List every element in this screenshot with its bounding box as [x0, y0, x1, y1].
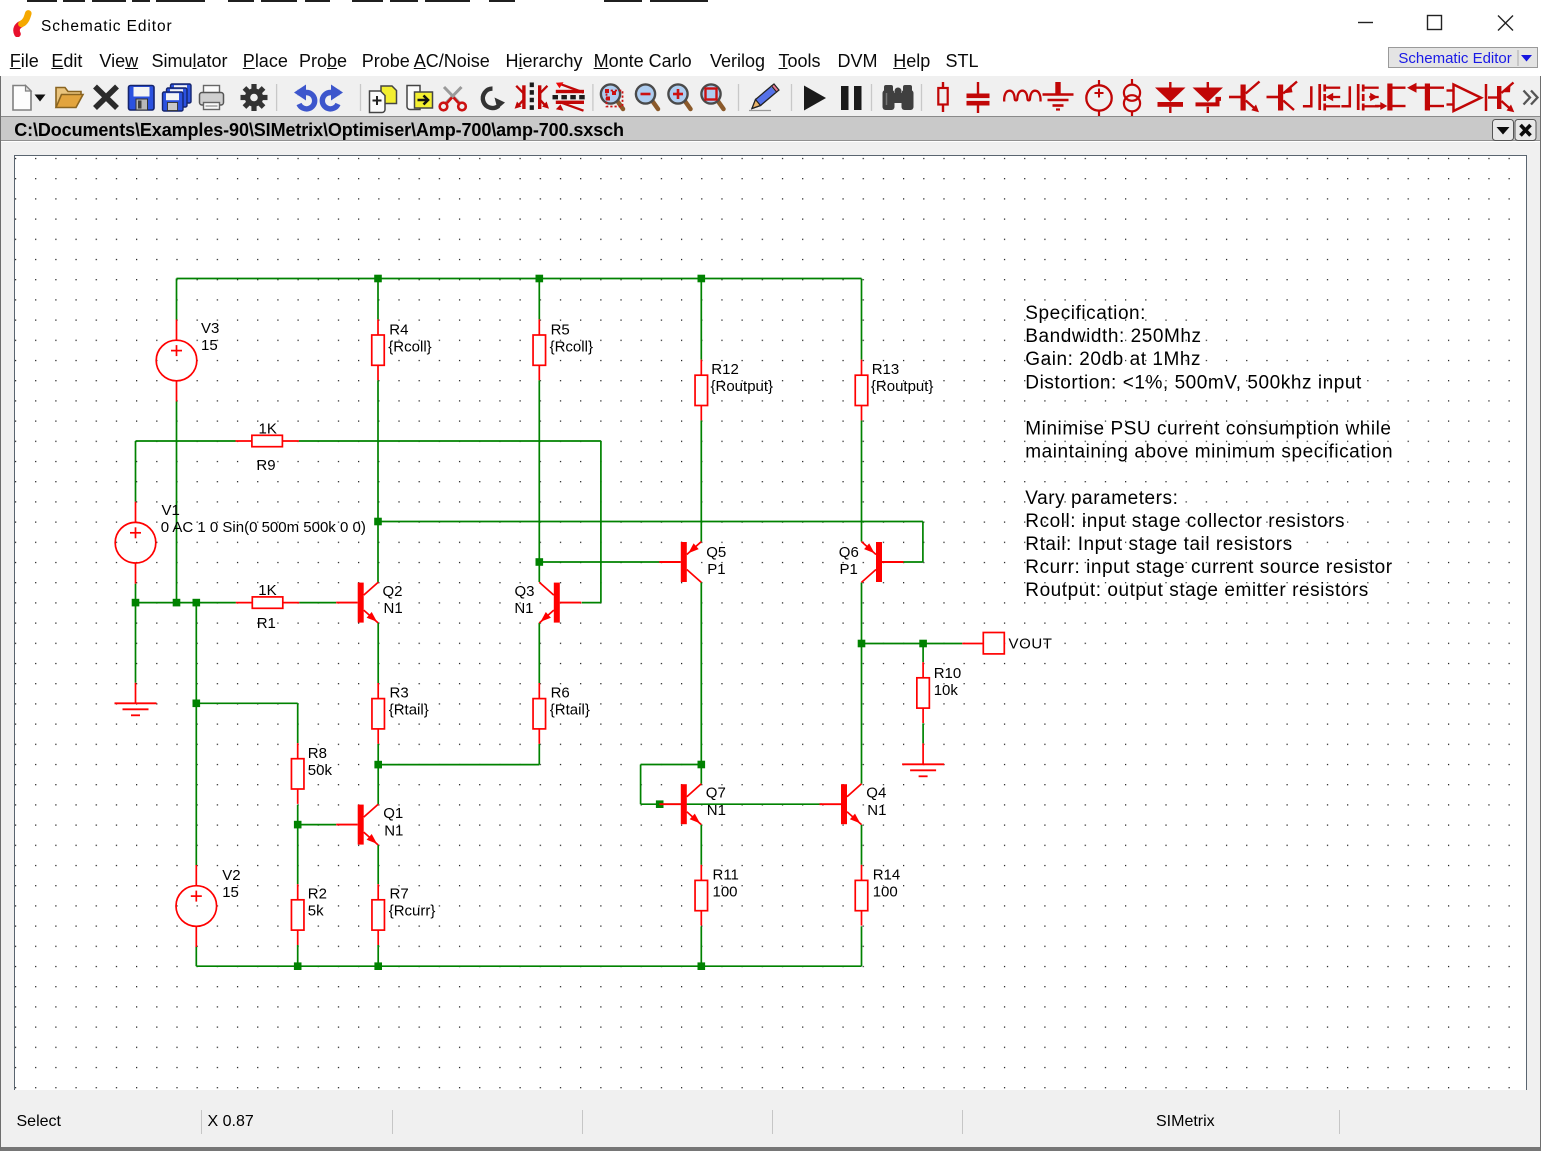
svg-text:Q4: Q4 — [866, 785, 886, 802]
svg-text:R12: R12 — [711, 361, 739, 378]
svg-text:R2: R2 — [308, 886, 327, 903]
svg-text:Q2: Q2 — [383, 583, 403, 600]
svg-text:R11: R11 — [713, 866, 739, 883]
svg-text:100: 100 — [713, 884, 738, 901]
svg-text:Vary parameters:: Vary parameters: — [1025, 488, 1178, 509]
svg-text:R7: R7 — [390, 886, 409, 903]
svg-text:{Rcoll}: {Rcoll} — [388, 338, 431, 355]
svg-text:R9: R9 — [256, 457, 275, 474]
svg-text:maintaining above minimum spec: maintaining above minimum specification — [1025, 442, 1393, 463]
svg-text:Q3: Q3 — [514, 583, 534, 600]
svg-text:N1: N1 — [867, 802, 886, 819]
svg-text:10k: 10k — [934, 682, 959, 699]
svg-text:{Routput}: {Routput} — [871, 378, 934, 395]
svg-text:{Rcoll}: {Rcoll} — [550, 338, 593, 355]
svg-text:N1: N1 — [707, 802, 726, 819]
svg-text:P1: P1 — [839, 561, 857, 578]
svg-text:{Rtail}: {Rtail} — [550, 702, 590, 719]
svg-text:N1: N1 — [384, 822, 403, 839]
svg-text:15: 15 — [222, 884, 239, 901]
svg-text:R8: R8 — [308, 745, 327, 762]
svg-text:1K: 1K — [259, 420, 277, 437]
svg-text:Routput: output stage emitter: Routput: output stage emitter resistors — [1025, 580, 1369, 601]
svg-text:P1: P1 — [707, 561, 725, 578]
svg-text:N1: N1 — [384, 600, 403, 617]
svg-text:VOUT: VOUT — [1009, 635, 1053, 652]
svg-text:V3: V3 — [201, 320, 219, 337]
svg-text:Bandwidth: 250Mhz: Bandwidth: 250Mhz — [1025, 326, 1201, 347]
svg-text:{Routput}: {Routput} — [711, 378, 774, 395]
svg-text:{Rcurr}: {Rcurr} — [389, 903, 436, 920]
svg-text:100: 100 — [873, 884, 898, 901]
svg-text:Rcoll: input stage collector r: Rcoll: input stage collector resistors — [1025, 511, 1345, 532]
svg-text:R10: R10 — [934, 665, 962, 682]
svg-text:R4: R4 — [389, 321, 408, 338]
svg-text:R6: R6 — [551, 685, 570, 702]
svg-text:15: 15 — [201, 337, 218, 354]
svg-text:0 AC 1 0 Sin(0 500m 500k 0 0): 0 AC 1 0 Sin(0 500m 500k 0 0) — [161, 519, 366, 536]
svg-text:Minimise PSU current consumpti: Minimise PSU current consumption while — [1025, 419, 1391, 440]
svg-text:Rtail: Input stage tail resist: Rtail: Input stage tail resistors — [1025, 534, 1292, 555]
svg-text:50k: 50k — [308, 762, 333, 779]
svg-text:Distortion: <1%, 500mV, 500khz: Distortion: <1%, 500mV, 500khz input — [1025, 372, 1362, 393]
svg-text:Specification:: Specification: — [1025, 303, 1146, 324]
svg-text:Rcurr: input stage current sou: Rcurr: input stage current source resist… — [1025, 557, 1392, 578]
svg-text:R13: R13 — [872, 361, 900, 378]
svg-text:V1: V1 — [162, 502, 180, 519]
svg-text:R3: R3 — [390, 685, 409, 702]
svg-text:Q7: Q7 — [706, 785, 726, 802]
svg-text:Q6: Q6 — [839, 544, 859, 561]
svg-text:V2: V2 — [222, 867, 240, 884]
svg-text:R5: R5 — [551, 321, 570, 338]
svg-text:Gain: 20db at 1Mhz: Gain: 20db at 1Mhz — [1025, 349, 1201, 370]
svg-text:Q1: Q1 — [383, 805, 403, 822]
svg-text:R1: R1 — [257, 615, 276, 632]
svg-text:R14: R14 — [873, 866, 901, 883]
svg-text:{Rtail}: {Rtail} — [389, 702, 429, 719]
svg-text:N1: N1 — [514, 600, 533, 617]
svg-text:Q5: Q5 — [706, 544, 726, 561]
svg-text:1K: 1K — [258, 582, 276, 599]
svg-text:5k: 5k — [308, 903, 324, 920]
